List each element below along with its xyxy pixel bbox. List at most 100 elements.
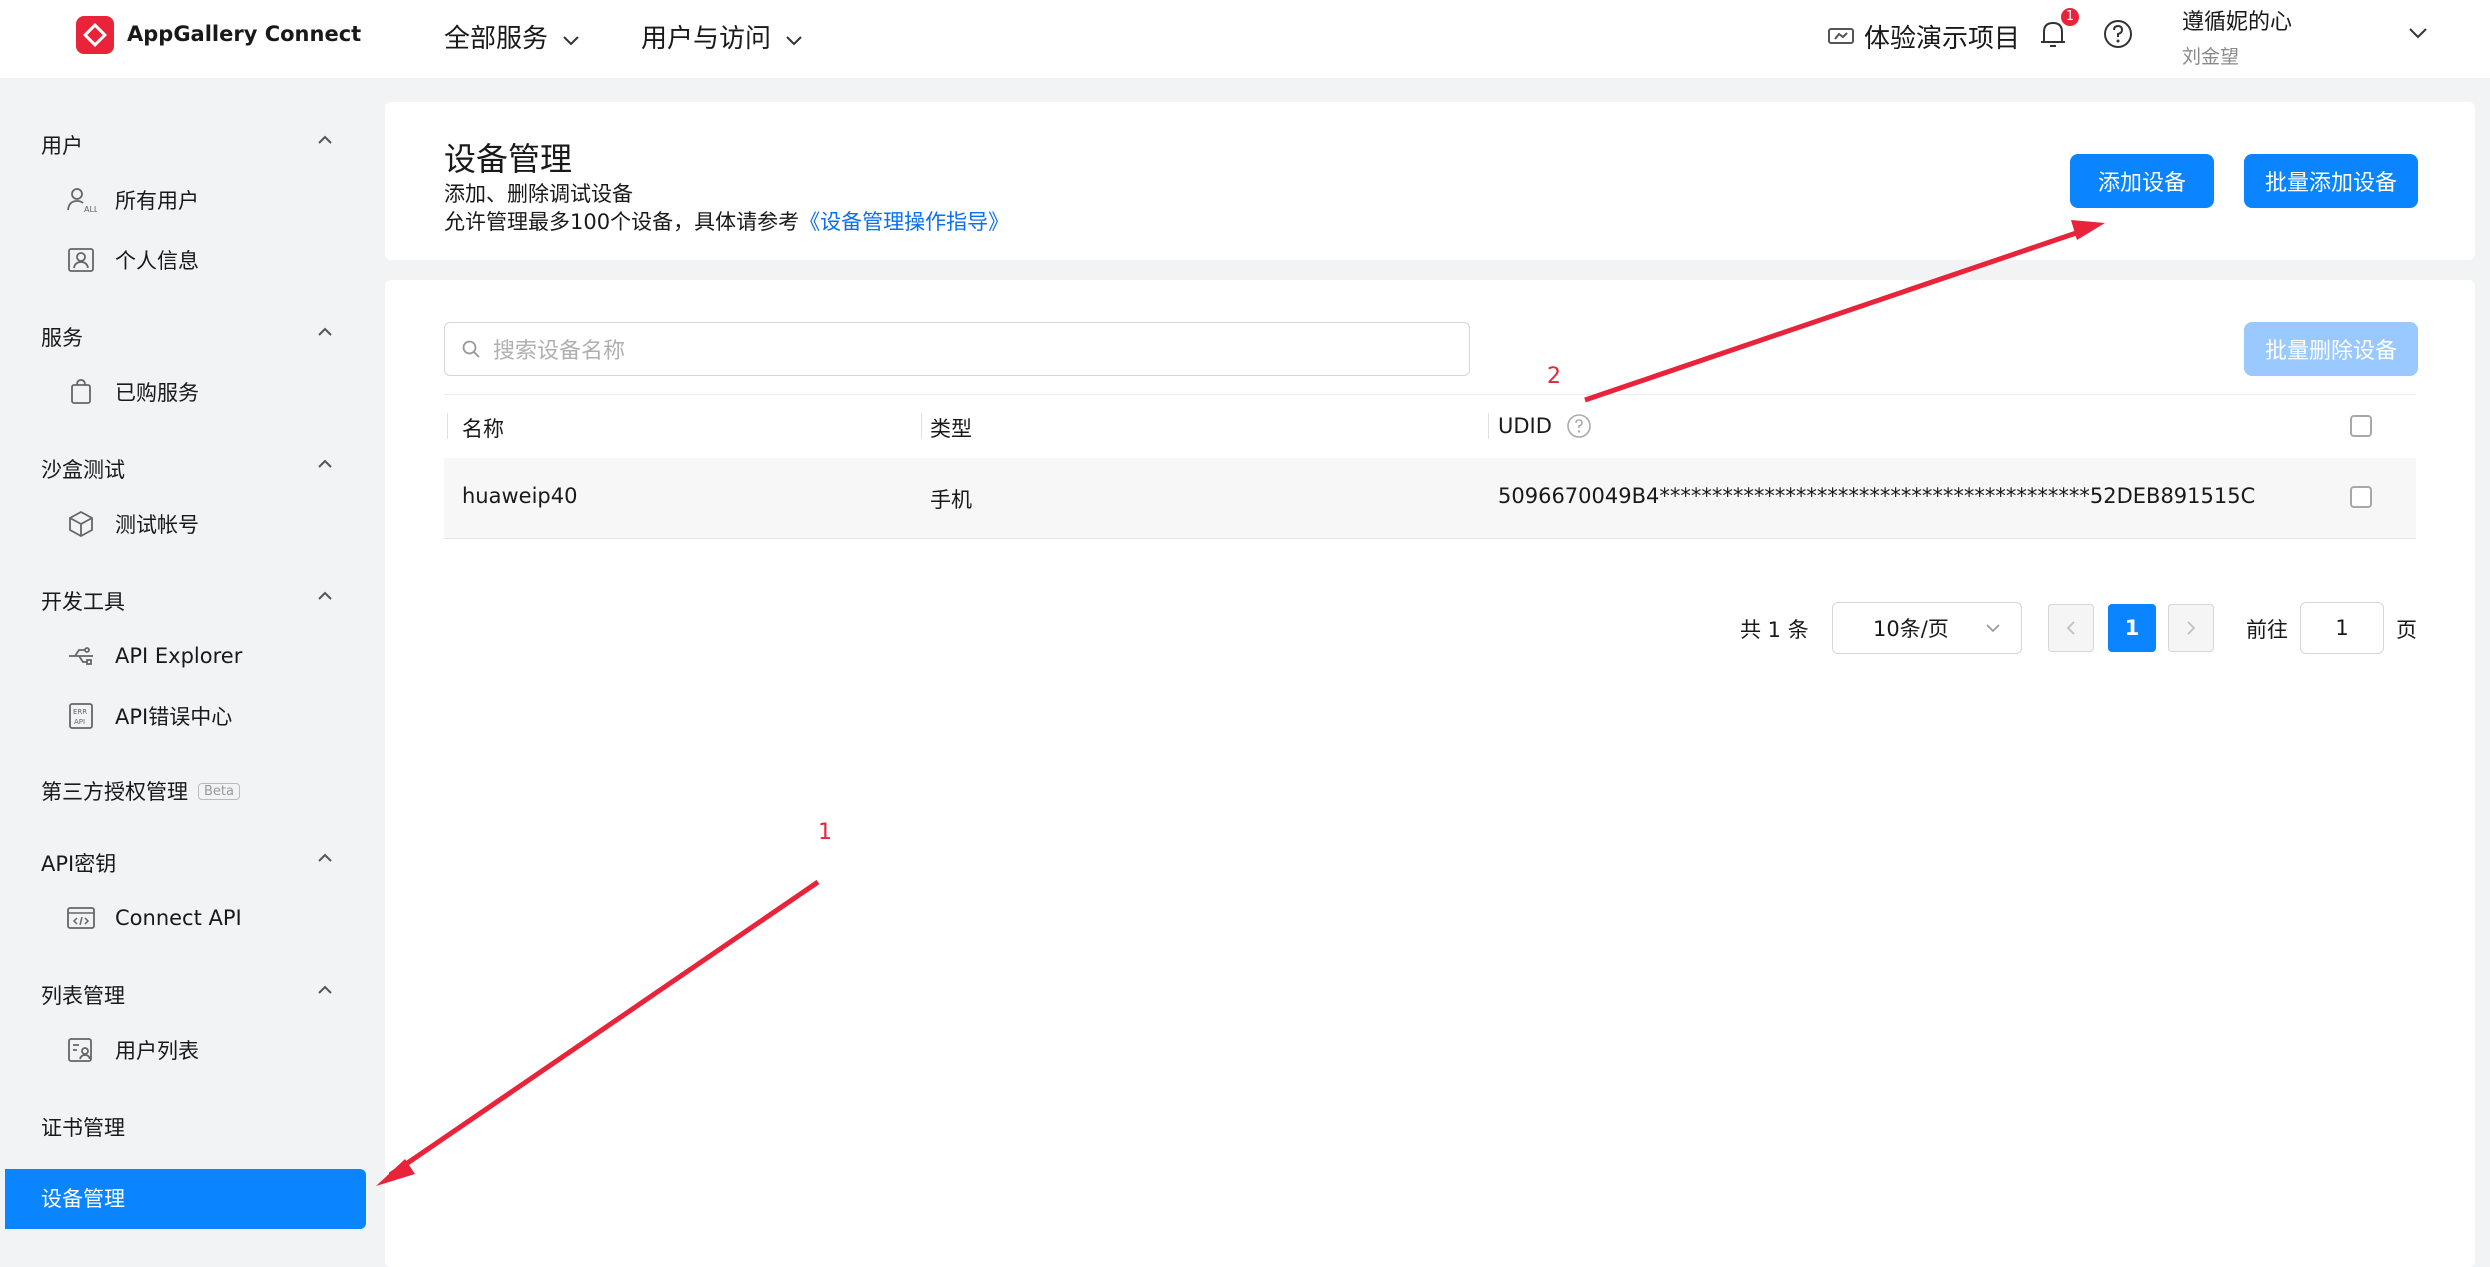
column-header-name: 名称 (462, 417, 504, 441)
sidebar-item-profile[interactable]: 个人信息 (65, 244, 199, 276)
column-divider (1488, 413, 1489, 439)
nav-user-access[interactable]: 用户与访问 (641, 18, 803, 55)
device-udid: 5096670049B4****************************… (1498, 484, 2256, 508)
sidebar-item-api-errors[interactable]: ERR API API错误中心 (65, 700, 232, 732)
nav-user-access-label: 用户与访问 (641, 24, 772, 54)
sidebar-item-user-list[interactable]: 用户列表 (65, 1034, 199, 1066)
guide-link[interactable]: 《设备管理操作指导》 (799, 210, 1009, 234)
sidebar-section-sandbox[interactable]: 沙盒测试 (41, 454, 125, 484)
device-type: 手机 (930, 488, 972, 512)
sidebar-section-devtools[interactable]: 开发工具 (41, 586, 125, 616)
top-bar: AppGallery Connect 全部服务 用户与访问 体验演示项目 1 遵… (0, 0, 2490, 78)
chevron-down-icon (786, 36, 802, 46)
question-icon[interactable] (1566, 413, 1592, 439)
table-row[interactable]: huaweip40 手机 5096670049B4***************… (444, 458, 2416, 539)
notification-badge: 1 (2061, 8, 2079, 26)
nav-all-services-label: 全部服务 (444, 24, 549, 54)
sidebar-item-devices[interactable]: 设备管理 (5, 1169, 366, 1229)
svg-text:API: API (74, 718, 85, 726)
api-error-icon: ERR API (69, 703, 93, 729)
sidebar-item-label: API Explorer (115, 644, 243, 668)
column-divider (921, 413, 922, 439)
goto-page-input[interactable]: 1 (2300, 602, 2384, 654)
pagination-total: 共 1 条 (1740, 618, 1809, 642)
sidebar-item-label: 测试帐号 (115, 513, 199, 537)
sidebar-item-label: 所有用户 (115, 189, 199, 213)
demo-project-label: 体验演示项目 (1864, 24, 2021, 54)
page-size-value: 10条/页 (1873, 617, 1949, 641)
sidebar-section-apikey[interactable]: API密钥 (41, 848, 116, 878)
chevron-up-icon[interactable] (317, 984, 333, 996)
sidebar-section-users[interactable]: 用户 (41, 130, 83, 160)
batch-add-device-button[interactable]: 批量添加设备 (2244, 154, 2418, 208)
description-text: 允许管理最多100个设备，具体请参考 (444, 210, 800, 234)
users-all-icon: ALL (67, 188, 97, 214)
page-suffix: 页 (2396, 618, 2417, 642)
column-header-label: UDID (1498, 414, 1552, 438)
user-list-icon (68, 1038, 92, 1062)
chevron-left-icon (2066, 621, 2075, 635)
cube-icon (69, 510, 93, 538)
chevron-down-icon (563, 36, 579, 46)
sidebar-section-certs[interactable]: 证书管理 (41, 1112, 125, 1142)
user-subtitle: 刘金望 (2182, 46, 2240, 68)
code-window-icon (67, 907, 95, 929)
chevron-right-icon (2187, 621, 2196, 635)
svg-text:ALL: ALL (84, 205, 97, 214)
page-title: 设备管理 (444, 140, 573, 178)
chevron-up-icon[interactable] (317, 590, 333, 602)
demo-icon (1828, 27, 1854, 44)
goto-label: 前往 (2246, 618, 2288, 642)
sidebar-item-label: 已购服务 (115, 381, 199, 405)
sidebar-item-test-account[interactable]: 测试帐号 (65, 508, 199, 540)
sidebar: 用户 ALL 所有用户 个人信息 服务 已购服务 沙盒测试 测试帐号 开发工具 … (5, 78, 375, 1267)
select-all-checkbox[interactable] (2350, 415, 2372, 437)
device-name: huaweip40 (462, 484, 578, 508)
column-header-type: 类型 (930, 417, 972, 441)
nav-all-services[interactable]: 全部服务 (444, 18, 580, 55)
table-header: 名称 类型 UDID (444, 394, 2416, 457)
page-size-select[interactable]: 10条/页 (1832, 602, 2022, 654)
sidebar-item-api-explorer[interactable]: API Explorer (65, 640, 242, 672)
add-device-button[interactable]: 添加设备 (2070, 154, 2214, 208)
search-input[interactable]: 搜索设备名称 (444, 322, 1470, 376)
sidebar-item-label: Connect API (115, 906, 242, 930)
sidebar-item-label: 用户列表 (115, 1039, 199, 1063)
batch-delete-button[interactable]: 批量删除设备 (2244, 322, 2418, 376)
search-placeholder: 搜索设备名称 (493, 339, 626, 364)
page-description-limit: 允许管理最多100个设备，具体请参考《设备管理操作指导》 (444, 206, 1009, 236)
search-icon (462, 340, 480, 358)
chevron-down-icon[interactable] (2408, 26, 2428, 40)
sidebar-section-lists[interactable]: 列表管理 (41, 980, 125, 1010)
appgallery-logo-icon[interactable] (76, 16, 114, 54)
chevron-down-icon (1986, 624, 2000, 633)
next-page-button[interactable] (2168, 604, 2214, 652)
column-header-udid: UDID (1498, 413, 1592, 439)
chevron-up-icon[interactable] (317, 134, 333, 146)
chevron-up-icon[interactable] (317, 852, 333, 864)
sidebar-item-purchased[interactable]: 已购服务 (65, 376, 199, 408)
current-page-button[interactable]: 1 (2108, 604, 2156, 652)
sidebar-item-all-users[interactable]: ALL 所有用户 (65, 184, 199, 216)
column-divider (447, 413, 448, 439)
row-checkbox[interactable] (2350, 486, 2372, 508)
demo-project-button[interactable]: 体验演示项目 (1826, 18, 2020, 55)
svg-text:ERR: ERR (73, 708, 87, 716)
chevron-up-icon[interactable] (317, 458, 333, 470)
page-description: 添加、删除调试设备 (444, 182, 633, 206)
help-icon[interactable] (2102, 18, 2134, 50)
annotation-number-2: 2 (1547, 364, 1561, 389)
chevron-up-icon[interactable] (317, 326, 333, 338)
sidebar-item-label: 个人信息 (115, 249, 199, 273)
sidebar-item-connect-api[interactable]: Connect API (65, 902, 242, 934)
user-name[interactable]: 遵循妮的心 (2182, 4, 2292, 36)
sidebar-section-thirdparty[interactable]: 第三方授权管理 Beta (41, 776, 240, 806)
app-title[interactable]: AppGallery Connect (127, 22, 361, 46)
annotation-number-1: 1 (818, 820, 832, 845)
sidebar-section-services[interactable]: 服务 (41, 322, 83, 352)
beta-badge: Beta (198, 782, 240, 800)
usb-icon (69, 647, 93, 665)
sidebar-section-label: 第三方授权管理 (41, 780, 188, 804)
sidebar-item-label: API错误中心 (115, 705, 233, 729)
prev-page-button[interactable] (2048, 604, 2094, 652)
